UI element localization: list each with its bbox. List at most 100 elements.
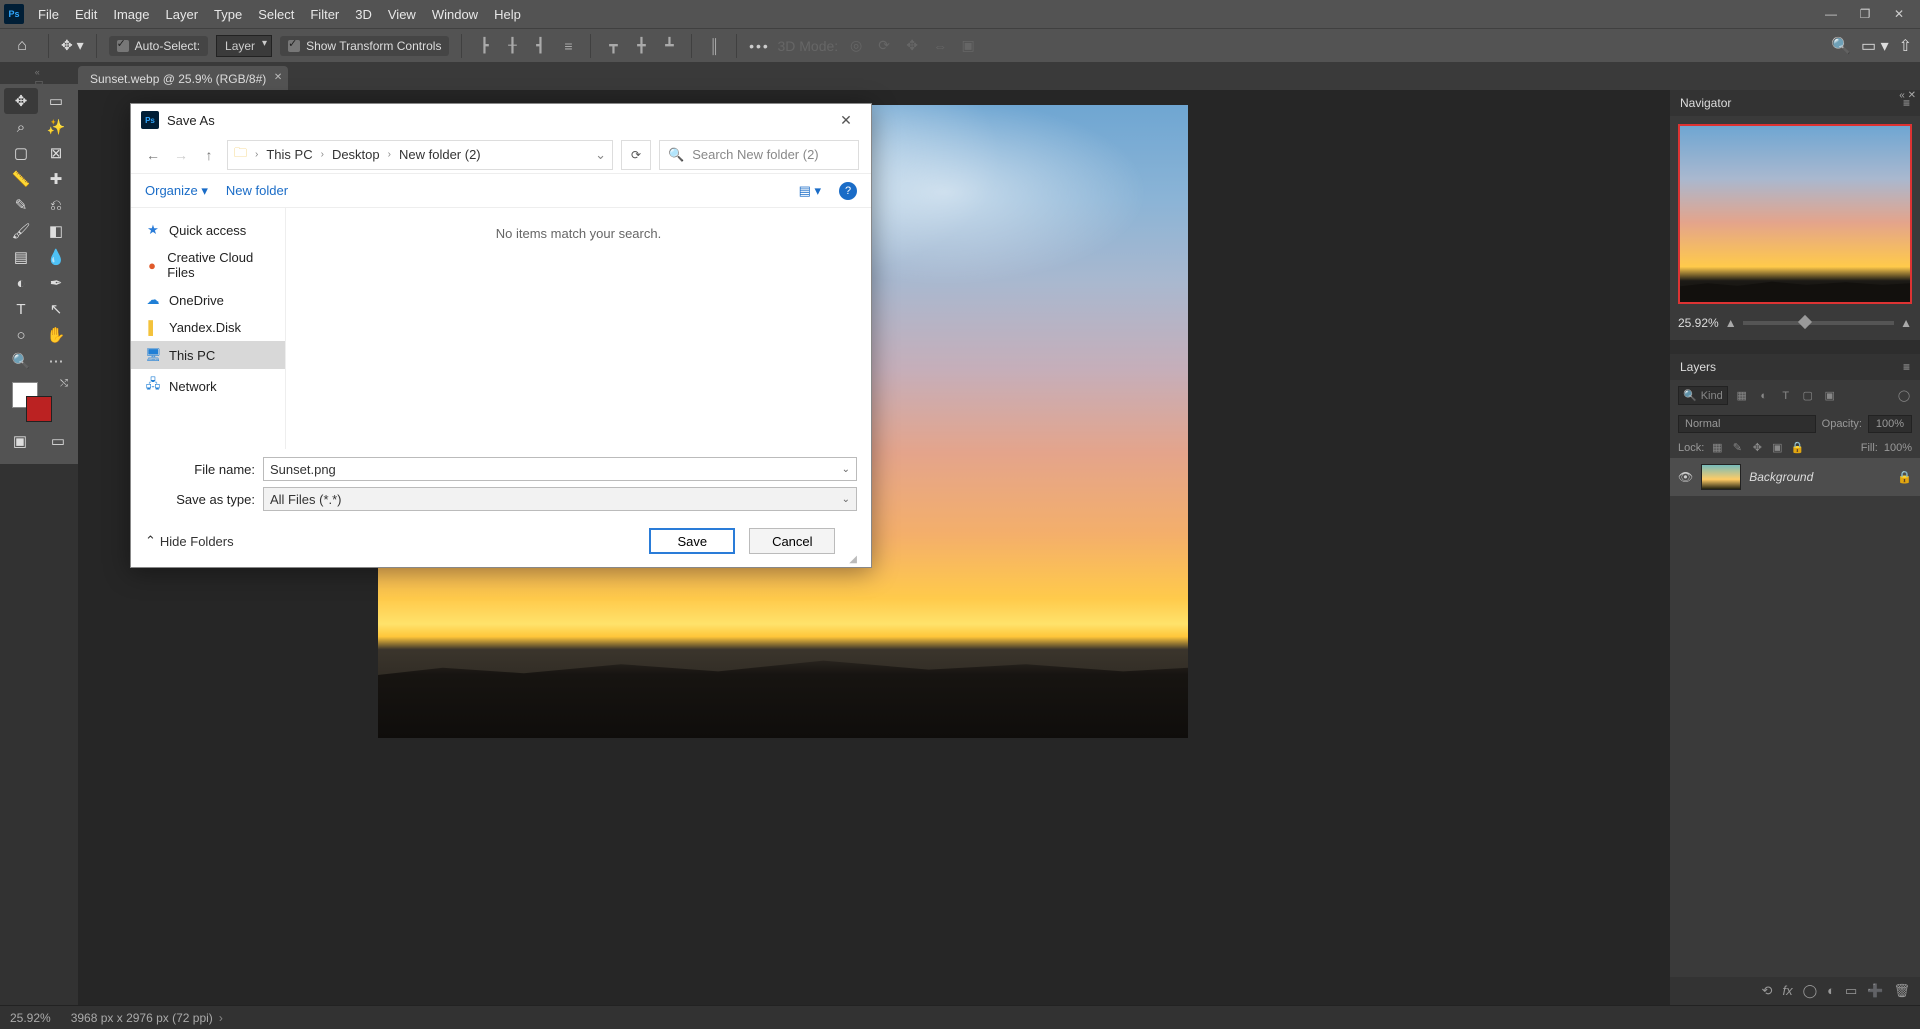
auto-select-checkbox[interactable]: Auto-Select: bbox=[109, 36, 208, 56]
fx-icon[interactable]: fx bbox=[1782, 983, 1792, 999]
eyedropper-tool-icon[interactable]: 📏 bbox=[4, 166, 38, 192]
frame-tool-icon[interactable]: ⊠ bbox=[39, 140, 73, 166]
dodge-tool-icon[interactable]: ◐ bbox=[4, 270, 38, 296]
quickmask-icon[interactable]: ▣ bbox=[4, 428, 36, 454]
menu-window[interactable]: Window bbox=[424, 3, 486, 26]
shape-tool-icon[interactable]: ○ bbox=[4, 322, 38, 348]
align-right-icon[interactable]: ┫ bbox=[530, 36, 550, 56]
share-icon[interactable]: ⇧ bbox=[1899, 36, 1912, 56]
link-layers-icon[interactable]: ⟲ bbox=[1762, 983, 1773, 999]
type-tool-icon[interactable]: T bbox=[4, 296, 38, 322]
navigator-thumbnail[interactable] bbox=[1678, 124, 1912, 304]
lasso-tool-icon[interactable]: ⌕ bbox=[4, 114, 38, 140]
navigator-zoom-value[interactable]: 25.92% bbox=[1678, 316, 1719, 330]
screenmode-icon[interactable]: ▭ bbox=[42, 428, 74, 454]
sidebar-yandex-disk[interactable]: ▌Yandex.Disk bbox=[131, 314, 285, 341]
breadcrumb[interactable]: 🗀 › This PC › Desktop › New folder (2) ⌄ bbox=[227, 140, 613, 170]
edit-toolbar-icon[interactable]: ⋯ bbox=[39, 348, 73, 374]
filter-adjust-icon[interactable]: ◐ bbox=[1756, 388, 1772, 404]
search-input[interactable]: 🔍 Search New folder (2) bbox=[659, 140, 859, 170]
blend-mode-dropdown[interactable]: Normal bbox=[1678, 415, 1816, 433]
menu-view[interactable]: View bbox=[380, 3, 424, 26]
hand-tool-icon[interactable]: ✋ bbox=[39, 322, 73, 348]
close-tab-icon[interactable]: ✕ bbox=[274, 72, 282, 83]
window-close-icon[interactable]: ✕ bbox=[1882, 0, 1916, 28]
cancel-button[interactable]: Cancel bbox=[749, 528, 835, 554]
align-top-icon[interactable]: ┳ bbox=[603, 36, 623, 56]
crumb-folder[interactable]: New folder (2) bbox=[399, 147, 481, 162]
visibility-icon[interactable]: 👁 bbox=[1678, 470, 1693, 484]
align-center-h-icon[interactable]: ╂ bbox=[502, 36, 522, 56]
opacity-field[interactable]: 100% bbox=[1868, 415, 1912, 433]
align-more-icon[interactable]: ║ bbox=[704, 36, 724, 56]
layer-name[interactable]: Background bbox=[1749, 470, 1813, 484]
dialog-titlebar[interactable]: Ps Save As ✕ bbox=[131, 104, 871, 136]
window-minimize-icon[interactable]: — bbox=[1814, 0, 1848, 28]
brush-tool-icon[interactable]: 🖌 bbox=[4, 218, 38, 244]
layer-filter-kind[interactable]: 🔍 Kind bbox=[1678, 386, 1728, 405]
save-button[interactable]: Save bbox=[649, 528, 735, 554]
align-left-icon[interactable]: ┣ bbox=[474, 36, 494, 56]
sidebar-creative-cloud[interactable]: ●Creative Cloud Files bbox=[131, 244, 285, 286]
marquee-tool-icon[interactable]: ▭ bbox=[39, 88, 73, 114]
layer-row[interactable]: 👁 Background 🔒 bbox=[1670, 458, 1920, 496]
zoom-out-icon[interactable]: ▲ bbox=[1725, 316, 1737, 330]
sidebar-onedrive[interactable]: ☁OneDrive bbox=[131, 286, 285, 314]
filter-shape-icon[interactable]: ▢ bbox=[1800, 388, 1816, 404]
adjustment-icon[interactable]: ◐ bbox=[1827, 983, 1835, 999]
nav-up-icon[interactable]: ↑ bbox=[199, 147, 219, 163]
filter-type-icon[interactable]: T bbox=[1778, 388, 1794, 404]
lock-artboard-icon[interactable]: ▣ bbox=[1770, 441, 1784, 454]
align-distribute-icon[interactable]: ≡ bbox=[558, 36, 578, 56]
menu-image[interactable]: Image bbox=[105, 3, 157, 26]
organize-button[interactable]: Organize ▾ bbox=[145, 183, 208, 199]
sidebar-quick-access[interactable]: ★Quick access bbox=[131, 216, 285, 244]
zoom-tool-icon[interactable]: 🔍 bbox=[4, 348, 38, 374]
sidebar-network[interactable]: 🖧Network bbox=[131, 369, 285, 403]
filename-input[interactable]: Sunset.png⌄ bbox=[263, 457, 857, 481]
move-tool-icon[interactable]: ✥ ▾ bbox=[61, 37, 84, 54]
heal-tool-icon[interactable]: ✚ bbox=[39, 166, 73, 192]
show-transform-checkbox[interactable]: Show Transform Controls bbox=[280, 36, 449, 56]
lock-pixels-icon[interactable]: ▦ bbox=[1710, 441, 1724, 454]
menu-layer[interactable]: Layer bbox=[158, 3, 207, 26]
panel-strip-controls[interactable]: « ✕ bbox=[1899, 90, 1916, 101]
zoom-slider[interactable] bbox=[1743, 321, 1895, 325]
chevron-down-icon[interactable]: ⌄ bbox=[842, 464, 850, 475]
gradient-tool-icon[interactable]: ▤ bbox=[4, 244, 38, 270]
color-swatches[interactable]: ⤭ bbox=[4, 378, 74, 422]
blur-tool-icon[interactable]: 💧 bbox=[39, 244, 73, 270]
lock-position-icon[interactable]: ✥ bbox=[1750, 441, 1764, 454]
pencil-tool-icon[interactable]: ✎ bbox=[4, 192, 38, 218]
filter-pixel-icon[interactable]: ▦ bbox=[1734, 388, 1750, 404]
view-mode-button[interactable]: ▤ ▾ bbox=[799, 183, 821, 199]
swap-colors-icon[interactable]: ⤭ bbox=[60, 378, 68, 389]
lock-brush-icon[interactable]: ✎ bbox=[1730, 441, 1744, 454]
group-icon[interactable]: ▭ bbox=[1845, 983, 1857, 999]
menu-help[interactable]: Help bbox=[486, 3, 529, 26]
new-layer-icon[interactable]: ➕ bbox=[1867, 983, 1883, 999]
eraser-tool-icon[interactable]: ◧ bbox=[39, 218, 73, 244]
menu-select[interactable]: Select bbox=[250, 3, 302, 26]
menu-edit[interactable]: Edit bbox=[67, 3, 105, 26]
align-center-v-icon[interactable]: ╋ bbox=[631, 36, 651, 56]
panel-menu-icon[interactable]: ≡ bbox=[1903, 360, 1910, 374]
auto-select-target-dropdown[interactable]: Layer bbox=[216, 35, 272, 57]
menu-3d[interactable]: 3D bbox=[347, 3, 380, 26]
new-folder-button[interactable]: New folder bbox=[226, 183, 288, 198]
filter-toggle-icon[interactable]: ◯ bbox=[1896, 388, 1912, 404]
nav-forward-icon[interactable]: → bbox=[171, 147, 191, 163]
menu-file[interactable]: File bbox=[30, 3, 67, 26]
document-tab[interactable]: Sunset.webp @ 25.9% (RGB/8#) ✕ bbox=[78, 66, 288, 92]
save-type-dropdown[interactable]: All Files (*.*)⌄ bbox=[263, 487, 857, 511]
status-info-chevron-icon[interactable]: › bbox=[219, 1011, 223, 1025]
nav-back-icon[interactable]: ← bbox=[143, 147, 163, 163]
sidebar-this-pc[interactable]: 🖥This PC bbox=[131, 341, 285, 369]
background-swatch[interactable] bbox=[26, 396, 52, 422]
fill-field[interactable]: 100% bbox=[1884, 442, 1912, 454]
path-select-tool-icon[interactable]: ↖ bbox=[39, 296, 73, 322]
chevron-down-icon[interactable]: ⌄ bbox=[842, 494, 850, 505]
home-icon[interactable]: ⌂ bbox=[8, 32, 36, 60]
search-icon[interactable]: 🔍 bbox=[1831, 36, 1851, 56]
pen-tool-icon[interactable]: ✒ bbox=[39, 270, 73, 296]
